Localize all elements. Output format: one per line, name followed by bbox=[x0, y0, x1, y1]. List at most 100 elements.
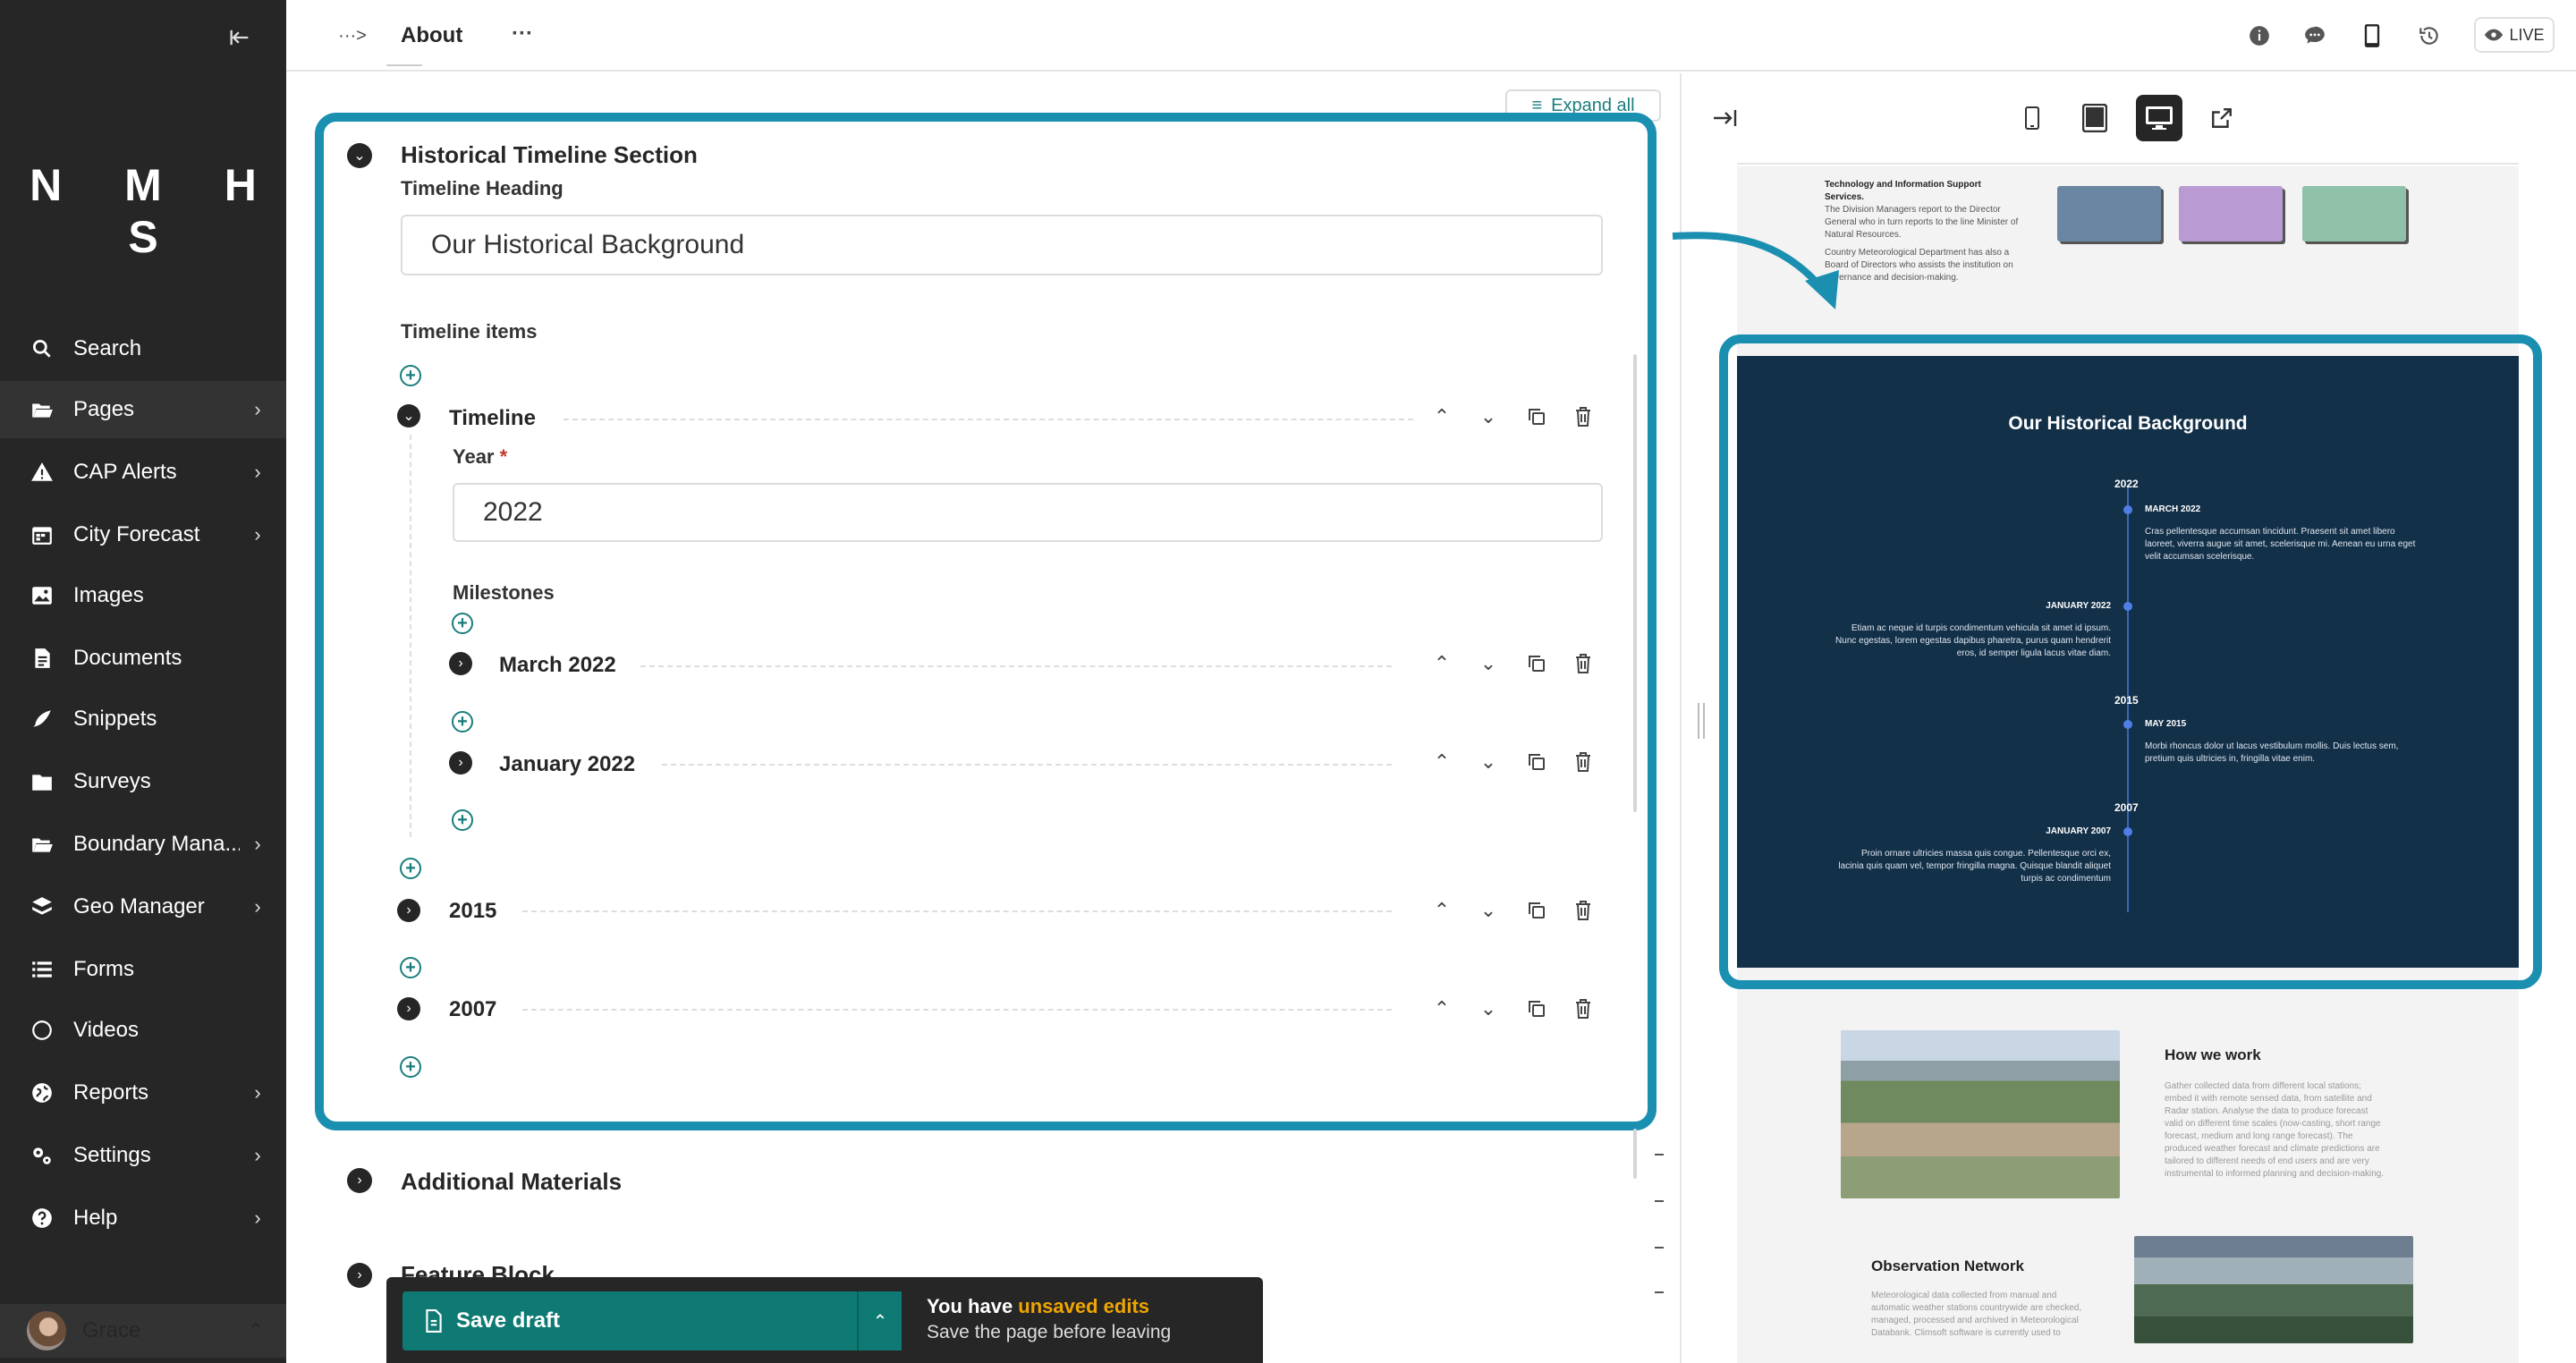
duplicate-icon[interactable] bbox=[1519, 991, 1555, 1027]
save-draft-button[interactable]: Save draft bbox=[402, 1291, 902, 1350]
duplicate-icon[interactable] bbox=[1519, 399, 1555, 435]
chevron-right-icon[interactable]: › bbox=[347, 1263, 372, 1288]
add-block-button[interactable]: + bbox=[400, 858, 421, 879]
scrollbar[interactable] bbox=[1633, 1129, 1637, 1179]
live-status-button[interactable]: LIVE bbox=[2474, 17, 2555, 53]
timeline-text: Proin ornare ultricies massa quis congue… bbox=[1838, 849, 2111, 884]
move-down-icon[interactable]: ⌄ bbox=[1470, 399, 1506, 435]
timeline-date: MARCH 2022 bbox=[2145, 504, 2201, 514]
user-menu[interactable]: Grace ⌃ bbox=[0, 1304, 286, 1358]
sidebar-item-label: Snippets bbox=[73, 707, 157, 731]
timeline-heading-input[interactable]: Our Historical Background bbox=[401, 215, 1603, 275]
delete-icon[interactable] bbox=[1565, 744, 1601, 780]
move-down-icon[interactable]: ⌄ bbox=[1470, 893, 1506, 928]
campus-aerial-image bbox=[1841, 1030, 2120, 1198]
duplicate-icon[interactable] bbox=[1519, 646, 1555, 682]
duplicate-icon[interactable] bbox=[1519, 893, 1555, 928]
sidebar-item-label: CAP Alerts bbox=[73, 460, 177, 484]
chevron-right-icon: › bbox=[254, 398, 261, 420]
divider bbox=[522, 1009, 1392, 1011]
sidebar-item-label: Help bbox=[73, 1206, 118, 1230]
info-icon[interactable] bbox=[2243, 20, 2275, 52]
snippet-icon bbox=[33, 710, 51, 727]
chevron-right-icon[interactable]: › bbox=[449, 652, 472, 675]
open-external-icon[interactable] bbox=[2200, 97, 2243, 140]
resize-handle[interactable] bbox=[1698, 703, 1705, 739]
comments-icon[interactable] bbox=[2299, 20, 2331, 52]
move-up-icon[interactable]: ⌃ bbox=[1424, 991, 1460, 1027]
chevron-right-icon[interactable]: › bbox=[397, 997, 420, 1020]
sidebar-item-cap-alerts[interactable]: CAP Alerts › bbox=[0, 444, 286, 501]
mobile-preview-icon[interactable] bbox=[2356, 20, 2388, 52]
observation-network-title: Observation Network bbox=[1871, 1257, 2024, 1274]
delete-icon[interactable] bbox=[1565, 991, 1601, 1027]
scrollbar[interactable] bbox=[1633, 354, 1637, 812]
more-actions-button[interactable]: ··· bbox=[504, 18, 540, 50]
waterfall-landscape-image bbox=[2134, 1236, 2413, 1343]
sidebar-item-documents[interactable]: Documents bbox=[0, 630, 286, 687]
mobile-size-icon[interactable] bbox=[2011, 97, 2054, 140]
add-milestone-button[interactable]: + bbox=[452, 711, 473, 732]
add-milestone-button[interactable]: + bbox=[452, 809, 473, 831]
move-up-icon[interactable]: ⌃ bbox=[1424, 893, 1460, 928]
user-name: Grace bbox=[82, 1318, 141, 1342]
chevron-down-icon[interactable]: ⌄ bbox=[347, 143, 372, 168]
move-up-icon[interactable]: ⌃ bbox=[1424, 646, 1460, 682]
chevron-down-icon[interactable]: ⌄ bbox=[397, 404, 420, 428]
add-milestone-button[interactable]: + bbox=[452, 613, 473, 634]
move-down-icon[interactable]: ⌄ bbox=[1470, 991, 1506, 1027]
sidebar-item-pages[interactable]: Pages › bbox=[0, 381, 286, 438]
timeline-block-label[interactable]: 2015 bbox=[449, 899, 496, 924]
move-up-icon[interactable]: ⌃ bbox=[1424, 399, 1460, 435]
move-up-icon[interactable]: ⌃ bbox=[1424, 744, 1460, 780]
more-save-options-button[interactable]: ⌃ bbox=[857, 1291, 902, 1350]
sidebar-item-geo-manager[interactable]: Geo Manager › bbox=[0, 878, 286, 935]
year-input[interactable]: 2022 bbox=[453, 483, 1603, 542]
divider bbox=[662, 764, 1392, 766]
timeline-text: Morbi rhoncus dolor ut lacus vestibulum … bbox=[2145, 741, 2399, 764]
tablet-size-icon[interactable] bbox=[2073, 97, 2116, 140]
milestone-label[interactable]: March 2022 bbox=[499, 653, 616, 678]
sidebar-item-reports[interactable]: Reports › bbox=[0, 1064, 286, 1122]
globe-icon bbox=[32, 1083, 52, 1103]
close-preview-icon[interactable] bbox=[1703, 97, 1746, 140]
chevron-right-icon[interactable]: › bbox=[397, 899, 420, 922]
timeline-year: 2015 bbox=[2114, 694, 2139, 707]
add-block-button[interactable]: + bbox=[400, 957, 421, 978]
eye-icon bbox=[2485, 29, 2504, 41]
sidebar-item-city-forecast[interactable]: City Forecast › bbox=[0, 506, 286, 563]
collapse-sidebar-icon[interactable] bbox=[222, 20, 258, 55]
section-title[interactable]: Additional Materials bbox=[401, 1168, 622, 1196]
timeline-block-label[interactable]: Timeline bbox=[449, 406, 536, 431]
site-logo[interactable]: N M H S bbox=[0, 159, 286, 263]
chevron-right-icon[interactable]: › bbox=[449, 751, 472, 775]
add-block-button[interactable]: + bbox=[400, 1056, 421, 1078]
sidebar-item-snippets[interactable]: Snippets bbox=[0, 690, 286, 748]
section-title[interactable]: Historical Timeline Section bbox=[401, 141, 698, 169]
sidebar-item-settings[interactable]: Settings › bbox=[0, 1127, 286, 1184]
sidebar-item-forms[interactable]: Forms bbox=[0, 941, 286, 998]
sidebar-item-boundary-manager[interactable]: Boundary Mana... › bbox=[0, 816, 286, 873]
delete-icon[interactable] bbox=[1565, 399, 1601, 435]
sidebar-item-videos[interactable]: Videos bbox=[0, 1002, 286, 1059]
timeline-heading-label: Timeline Heading bbox=[401, 177, 564, 199]
sidebar-item-images[interactable]: Images bbox=[0, 567, 286, 624]
sidebar-item-surveys[interactable]: Surveys bbox=[0, 753, 286, 810]
desktop-size-icon[interactable] bbox=[2136, 95, 2182, 141]
delete-icon[interactable] bbox=[1565, 646, 1601, 682]
duplicate-icon[interactable] bbox=[1519, 744, 1555, 780]
milestone-label[interactable]: January 2022 bbox=[499, 752, 635, 777]
move-down-icon[interactable]: ⌄ bbox=[1470, 646, 1506, 682]
timeline-items-label: Timeline items bbox=[401, 320, 538, 343]
add-block-button[interactable]: + bbox=[400, 365, 421, 386]
sidebar-item-help[interactable]: Help › bbox=[0, 1189, 286, 1247]
chevron-right-icon[interactable]: › bbox=[347, 1168, 372, 1193]
folder-open-icon bbox=[32, 403, 53, 418]
breadcrumb-expand[interactable]: ···> bbox=[331, 20, 374, 52]
sidebar-item-search[interactable]: Search bbox=[0, 320, 286, 377]
delete-icon[interactable] bbox=[1565, 893, 1601, 928]
save-draft-label: Save draft bbox=[456, 1308, 561, 1333]
timeline-block-label[interactable]: 2007 bbox=[449, 997, 496, 1022]
move-down-icon[interactable]: ⌄ bbox=[1470, 744, 1506, 780]
history-icon[interactable] bbox=[2413, 20, 2445, 52]
